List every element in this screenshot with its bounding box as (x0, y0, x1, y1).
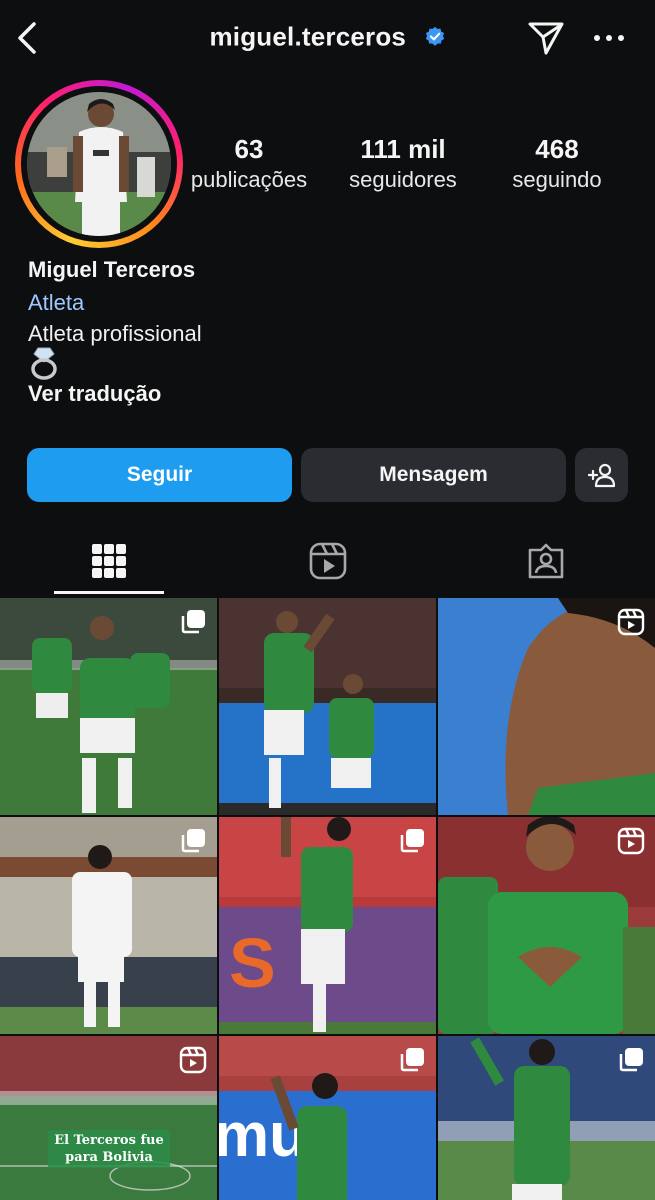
post-caption-overlay: El Terceros fue para Bolivia (48, 1130, 170, 1168)
post-thumbnail[interactable] (0, 598, 217, 815)
tab-posts-grid[interactable] (54, 528, 164, 594)
following-count[interactable]: 468 seguindo (482, 134, 632, 196)
followers-count[interactable]: 111 mil seguidores (328, 134, 478, 196)
verified-badge-icon (425, 27, 444, 46)
avatar (27, 92, 171, 236)
caption-line: para Bolivia (65, 1150, 153, 1165)
username: miguel.terceros (209, 21, 407, 52)
stat-label: publicações (190, 167, 308, 192)
posts-grid: S El Terceros fue para Bolivia mur (0, 598, 655, 1200)
add-person-icon (587, 463, 615, 488)
post-thumbnail[interactable] (438, 817, 655, 1034)
stat-label: seguidores (349, 167, 457, 192)
post-thumbnail[interactable] (438, 1036, 655, 1200)
posts-count[interactable]: 63 publicações (174, 134, 324, 196)
profile-description: Atleta profissional (28, 321, 202, 346)
post-thumbnail[interactable]: mur (219, 1036, 436, 1200)
reel-badge-icon (617, 827, 645, 855)
carousel-icon (619, 1048, 643, 1072)
paper-plane-icon (528, 22, 564, 55)
post-thumbnail[interactable]: El Terceros fue para Bolivia (0, 1036, 217, 1200)
caption-line: El Terceros fue (54, 1133, 164, 1148)
grid-icon (92, 544, 126, 578)
reel-badge-icon (179, 1046, 207, 1074)
active-tab-indicator (54, 591, 164, 594)
story-ring[interactable] (15, 80, 183, 248)
reel-badge-icon (617, 608, 645, 636)
suggested-accounts-button[interactable] (575, 448, 628, 502)
carousel-icon (181, 610, 205, 634)
stat-label: seguindo (512, 167, 602, 192)
avatar-photo (27, 92, 171, 236)
stat-value: 468 (535, 134, 579, 164)
post-thumbnail[interactable]: S (219, 817, 436, 1034)
profile-tabs (0, 528, 655, 594)
post-thumbnail[interactable] (219, 598, 436, 815)
profile-name: Miguel Terceros (28, 257, 196, 282)
tagged-icon (528, 543, 564, 579)
more-horizontal-icon (594, 35, 624, 41)
svg-text:S: S (229, 924, 276, 1002)
carousel-icon (400, 829, 424, 853)
stat-value: 111 mil (360, 134, 446, 164)
carousel-icon (181, 829, 205, 853)
top-bar: miguel.terceros (0, 0, 655, 76)
message-button[interactable]: Mensagem (301, 448, 566, 502)
see-translation-link[interactable]: Ver tradução (28, 381, 161, 407)
post-image (219, 598, 436, 815)
more-options-button[interactable] (592, 30, 626, 46)
follow-button[interactable]: Seguir (27, 448, 292, 502)
carousel-icon (400, 1048, 424, 1072)
profile-category[interactable]: Atleta (28, 290, 84, 316)
ring-emoji (28, 346, 60, 380)
post-thumbnail[interactable] (0, 817, 217, 1034)
send-message-button[interactable] (526, 18, 566, 58)
post-thumbnail[interactable] (438, 598, 655, 815)
reels-icon (309, 542, 347, 580)
tab-tagged[interactable] (491, 528, 601, 594)
tab-reels[interactable] (273, 528, 383, 594)
stat-value: 63 (234, 134, 264, 164)
